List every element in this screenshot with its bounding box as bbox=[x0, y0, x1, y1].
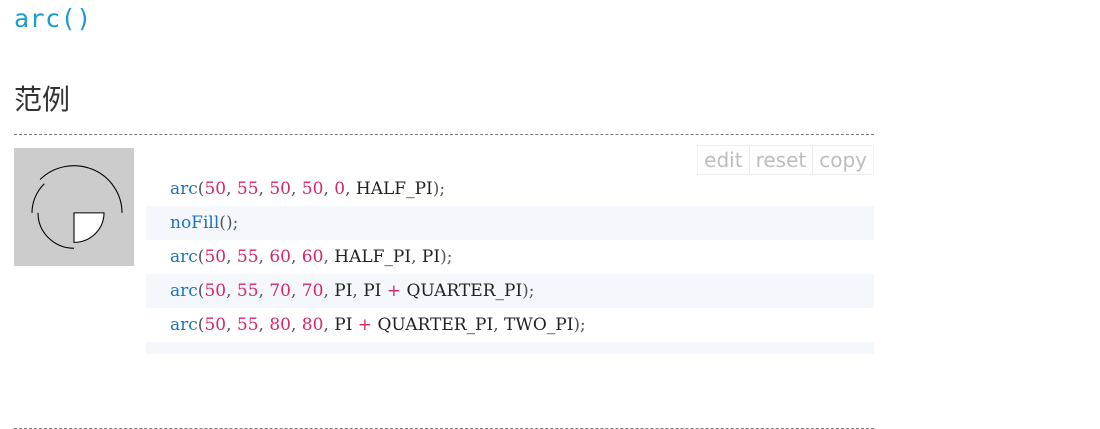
code-punctuation: , bbox=[226, 315, 237, 335]
code-function: arc bbox=[170, 179, 198, 199]
code-number: 80 bbox=[301, 315, 324, 335]
code-number: 60 bbox=[269, 247, 291, 267]
code-punctuation: , bbox=[493, 315, 505, 335]
arc-pi-to-five-quarter-pi bbox=[31, 183, 45, 213]
section-title: 范例 bbox=[14, 83, 71, 116]
code-number: 70 bbox=[269, 281, 291, 301]
code-number: 80 bbox=[269, 315, 291, 335]
arc-quarter-filled bbox=[73, 212, 105, 243]
code-constant: PI bbox=[363, 281, 382, 301]
code-punctuation: , bbox=[290, 247, 302, 267]
code-editor[interactable]: arc(50, 55, 50, 50, 0, HALF_PI); noFill()… bbox=[146, 172, 874, 354]
code-operator: + bbox=[381, 281, 407, 301]
code-line: noFill(); bbox=[146, 206, 874, 240]
code-line: arc(50, 55, 80, 80, PI + QUARTER_PI, TWO… bbox=[146, 308, 874, 342]
code-punctuation: , bbox=[323, 179, 335, 199]
code-function: arc bbox=[170, 281, 198, 301]
code-number: 55 bbox=[236, 179, 259, 199]
code-constant: HALF_PI bbox=[334, 247, 412, 267]
code-constant: PI bbox=[334, 281, 353, 301]
code-constant: HALF_PI bbox=[355, 179, 433, 199]
preview-drawing bbox=[31, 165, 123, 249]
code-punctuation: ); bbox=[225, 213, 239, 233]
code-function: noFill bbox=[170, 213, 220, 233]
divider-top bbox=[14, 134, 874, 135]
edit-button[interactable]: edit bbox=[698, 146, 748, 174]
code-constant: PI bbox=[334, 315, 353, 335]
code-punctuation: ); bbox=[440, 247, 453, 267]
code-number: 55 bbox=[236, 281, 259, 301]
code-line: arc(50, 55, 60, 60, HALF_PI, PI); bbox=[146, 240, 874, 274]
code-punctuation: , bbox=[258, 179, 270, 199]
code-number: 55 bbox=[236, 315, 259, 335]
example-preview-canvas bbox=[14, 148, 134, 266]
code-number: 50 bbox=[204, 281, 227, 301]
code-editor-footer bbox=[146, 342, 874, 354]
code-number: 55 bbox=[236, 247, 259, 267]
code-punctuation: ); bbox=[432, 179, 446, 199]
code-punctuation: , bbox=[345, 179, 356, 199]
code-number: 50 bbox=[204, 179, 227, 199]
code-punctuation: , bbox=[352, 281, 364, 301]
function-title: arc() bbox=[14, 4, 92, 33]
code-operator: + bbox=[352, 315, 378, 335]
code-punctuation: , bbox=[323, 315, 335, 335]
code-punctuation: , bbox=[226, 179, 237, 199]
code-punctuation: , bbox=[226, 281, 237, 301]
code-constant: QUARTER_PI bbox=[377, 315, 494, 335]
code-toolbar: edit reset copy bbox=[697, 145, 874, 175]
code-punctuation: ( bbox=[219, 213, 226, 233]
reset-button[interactable]: reset bbox=[750, 146, 813, 174]
code-constant: PI bbox=[421, 247, 441, 267]
code-number: 50 bbox=[269, 179, 291, 199]
code-function: arc bbox=[170, 315, 198, 335]
code-line: arc(50, 55, 50, 50, 0, HALF_PI); bbox=[146, 172, 874, 206]
code-punctuation: , bbox=[258, 247, 270, 267]
code-number: 50 bbox=[204, 315, 227, 335]
copy-button[interactable]: copy bbox=[813, 146, 873, 174]
code-punctuation: , bbox=[323, 247, 335, 267]
code-punctuation: , bbox=[290, 315, 302, 335]
code-function: arc bbox=[170, 247, 198, 267]
code-punctuation: , bbox=[323, 281, 335, 301]
code-punctuation: ); bbox=[573, 315, 586, 335]
code-punctuation: , bbox=[290, 179, 302, 199]
code-number: 60 bbox=[301, 247, 324, 267]
code-punctuation: , bbox=[226, 247, 237, 267]
code-number: 50 bbox=[301, 179, 324, 199]
code-constant: QUARTER_PI bbox=[406, 281, 523, 301]
code-punctuation: , bbox=[258, 281, 270, 301]
arc-half-pi-to-pi bbox=[37, 212, 75, 249]
code-punctuation: , bbox=[258, 315, 270, 335]
code-number: 50 bbox=[204, 247, 227, 267]
code-punctuation: , bbox=[411, 247, 422, 267]
code-punctuation: , bbox=[290, 281, 302, 301]
code-number: 70 bbox=[301, 281, 324, 301]
code-punctuation: ); bbox=[522, 281, 535, 301]
code-line: arc(50, 55, 70, 70, PI, PI + QUARTER_PI)… bbox=[146, 274, 874, 308]
code-number: 0 bbox=[334, 179, 346, 199]
arc-five-quarter-pi-to-two-pi bbox=[39, 165, 123, 213]
code-constant: TWO_PI bbox=[504, 315, 574, 335]
